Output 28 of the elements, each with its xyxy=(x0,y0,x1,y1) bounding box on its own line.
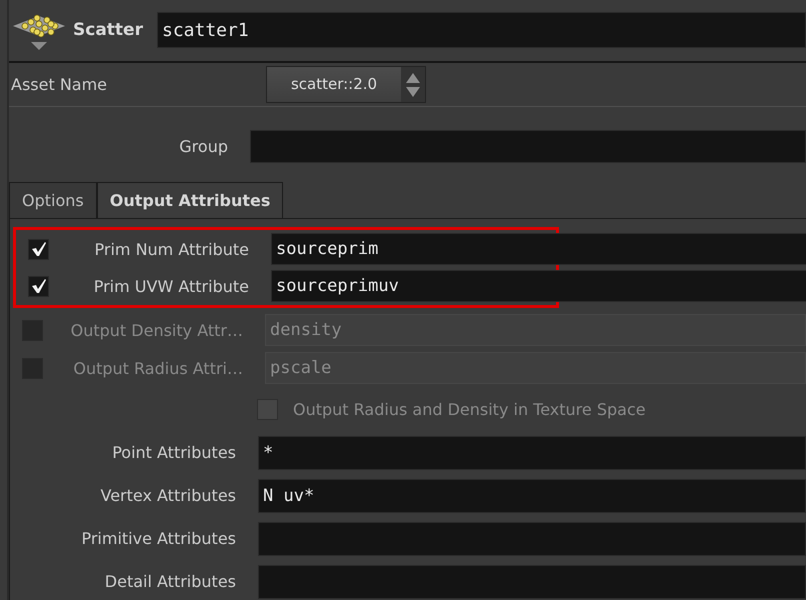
checkmark-icon xyxy=(30,241,46,257)
attribute-field[interactable]: sourceprim xyxy=(271,233,806,265)
checkbox-label: Output Radius and Density in Texture Space xyxy=(293,400,646,418)
attribute-field[interactable] xyxy=(258,522,806,556)
attribute-label: Prim Num Attribute xyxy=(94,240,249,258)
attribute-label: Primitive Attributes xyxy=(80,529,236,548)
attribute-label: Point Attributes xyxy=(111,443,236,462)
attribute-field[interactable]: * xyxy=(258,436,806,470)
attribute-field[interactable]: N uv* xyxy=(258,478,806,512)
group-field[interactable] xyxy=(250,130,806,164)
checkbox[interactable] xyxy=(28,238,49,260)
tab[interactable]: Options xyxy=(9,182,97,218)
tab[interactable]: Output Attributes xyxy=(96,182,284,218)
attribute-label: Output Radius Attri… xyxy=(72,358,243,378)
attribute-field[interactable] xyxy=(258,564,806,598)
checkmark-icon xyxy=(30,278,46,294)
attribute-label: Output Density Attr… xyxy=(70,320,243,340)
spinner-icon xyxy=(401,66,426,102)
attribute-label: Prim UVW Attribute xyxy=(92,276,249,296)
attribute-field[interactable]: sourceprimuv xyxy=(271,270,806,302)
node-name-field[interactable]: scatter1 xyxy=(157,12,806,48)
node-type-label: Scatter xyxy=(73,20,144,40)
asset-version-button[interactable]: scatter::2.0 xyxy=(266,66,426,103)
attribute-label: Vertex Attributes xyxy=(100,486,236,505)
attribute-label: Detail Attributes xyxy=(104,572,236,591)
group-label: Group xyxy=(178,137,228,156)
checkbox[interactable] xyxy=(28,276,49,296)
asset-name-label: Asset Name xyxy=(11,74,108,94)
